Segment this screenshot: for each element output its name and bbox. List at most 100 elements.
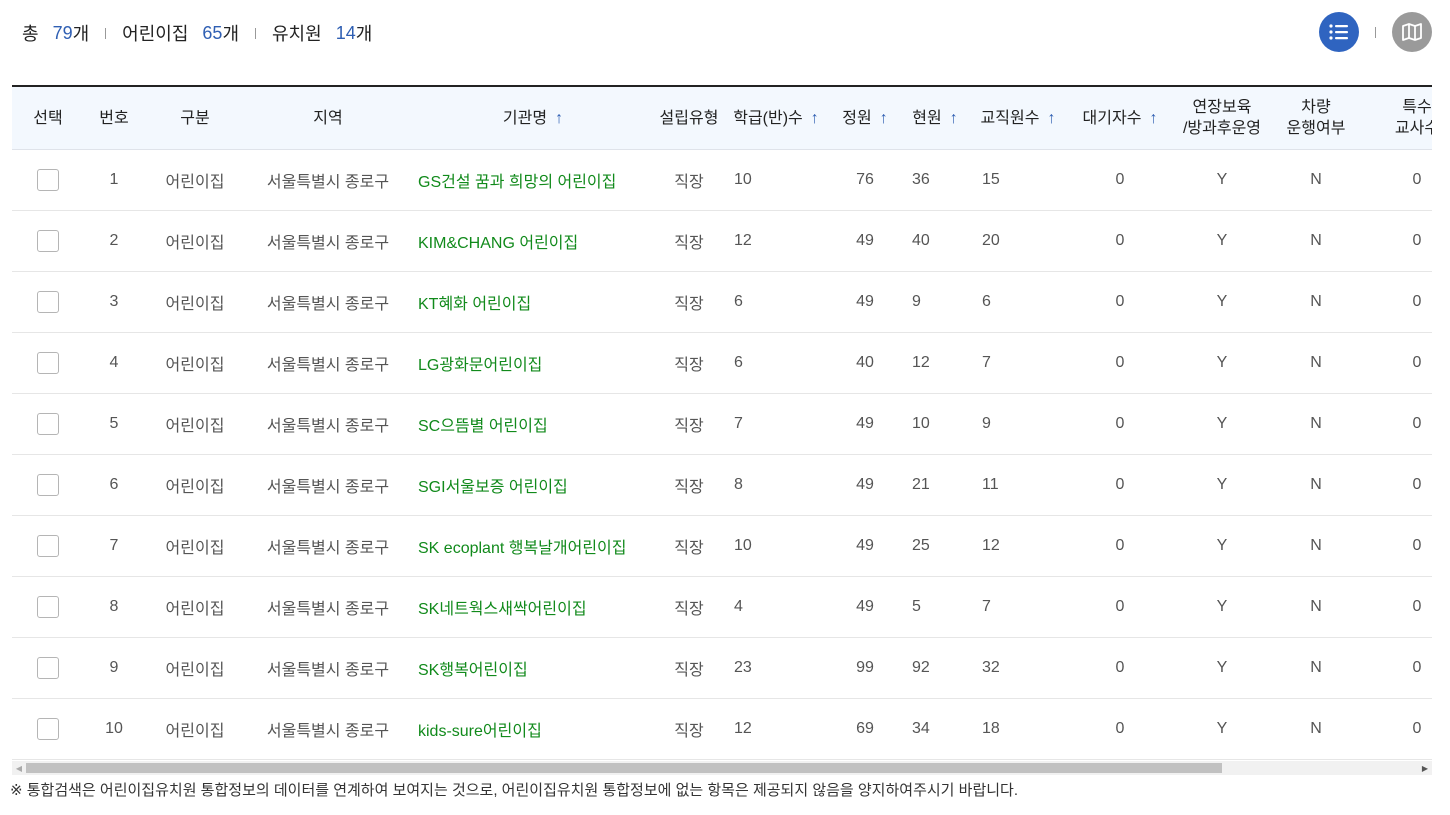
cell-ext: Y [1174,332,1270,394]
row-checkbox[interactable] [37,474,59,496]
footer-note: ※ 통합검색은 어린이집유치원 통합정보의 데이터를 연계하여 보여지는 것으로… [10,782,1019,799]
row-checkbox[interactable] [37,169,59,191]
cell-capacity: 49 [830,515,900,577]
header-region: 지역 [246,87,410,150]
cell-no: 4 [84,332,144,394]
cell-select [12,393,84,455]
scroll-left-arrow-icon[interactable]: ◀ [12,761,26,775]
table-row: 4 어린이집 서울특별시 종로구 LG광화문어린이집 직장 6 40 12 7 0 Y N 0 [12,332,1432,394]
cell-region: 서울특별시 종로구 [246,210,410,272]
cell-waiting: 0 [1066,210,1174,272]
sort-arrow-icon[interactable]: ↑ [1149,110,1157,127]
list-view-button[interactable] [1319,12,1359,52]
cell-select [12,698,84,760]
header-current[interactable]: 현원 ↑ [900,87,970,150]
table-row: 6 어린이집 서울특별시 종로구 SGI서울보증 어린이집 직장 8 49 21 11 0 Y N 0 [12,454,1432,516]
header-name[interactable]: 기관명 ↑ [410,87,656,150]
row-checkbox[interactable] [37,718,59,740]
cell-current: 36 [900,149,970,211]
cell-region: 서울특별시 종로구 [246,576,410,638]
facility-name-link[interactable]: KT혜화 어린이집 [410,271,656,333]
facility-name-link[interactable]: SK행복어린이집 [410,637,656,699]
header-staff[interactable]: 교직원수 ↑ [970,87,1066,150]
header-special-line2: 교사수 [1394,120,1432,137]
row-checkbox[interactable] [37,230,59,252]
total-unit: 개 [72,24,90,44]
cell-found: 직장 [656,271,722,333]
header-classes[interactable]: 학급(반)수 ↑ [722,87,830,150]
row-checkbox[interactable] [37,352,59,374]
horizontal-scrollbar[interactable]: ◀ ▶ [12,761,1432,775]
sort-arrow-icon[interactable]: ↑ [880,110,888,127]
results-table-container[interactable]: 선택 번호 구분 지역 기관명 ↑ 설립유형 학급(반)수 ↑ 정원 ↑ 현원 ↑ 교직… [12,85,1432,763]
cell-current: 40 [900,210,970,272]
cell-vehicle: N [1270,698,1362,760]
cell-current: 34 [900,698,970,760]
cell-classes: 10 [722,149,830,211]
cell-vehicle: N [1270,393,1362,455]
facility-name-link[interactable]: SK네트웍스새싹어린이집 [410,576,656,638]
cell-type: 어린이집 [144,149,246,211]
cell-current: 5 [900,576,970,638]
table-row: 10 어린이집 서울특별시 종로구 kids-sure어린이집 직장 12 69 34 18 0 Y… [12,698,1432,760]
results-table: 선택 번호 구분 지역 기관명 ↑ 설립유형 학급(반)수 ↑ 정원 ↑ 현원 ↑ 교직… [12,87,1432,760]
header-capacity[interactable]: 정원 ↑ [830,87,900,150]
row-checkbox[interactable] [37,535,59,557]
row-checkbox[interactable] [37,657,59,679]
table-header-row: 선택 번호 구분 지역 기관명 ↑ 설립유형 학급(반)수 ↑ 정원 ↑ 현원 ↑ 교직… [12,87,1432,150]
header-waiting[interactable]: 대기자수 ↑ [1066,87,1174,150]
facility-name-link[interactable]: LG광화문어린이집 [410,332,656,394]
cell-special: 0 [1362,698,1432,760]
cell-region: 서울특별시 종로구 [246,637,410,699]
header-found-type: 설립유형 [656,87,722,150]
cell-found: 직장 [656,698,722,760]
sort-arrow-icon[interactable]: ↑ [811,110,819,127]
cell-classes: 23 [722,637,830,699]
daycare-count: 65 [202,22,223,43]
cell-vehicle: N [1270,332,1362,394]
cell-special: 0 [1362,332,1432,394]
cell-vehicle: N [1270,271,1362,333]
cell-classes: 12 [722,210,830,272]
header-vehicle: 차량 운행여부 [1270,87,1362,150]
sort-arrow-icon[interactable]: ↑ [555,110,563,127]
cell-no: 6 [84,454,144,516]
cell-capacity: 69 [830,698,900,760]
cell-capacity: 49 [830,576,900,638]
facility-name-link[interactable]: SK ecoplant 행복날개어린이집 [410,515,656,577]
cell-staff: 15 [970,149,1066,211]
cell-special: 0 [1362,576,1432,638]
row-checkbox[interactable] [37,291,59,313]
cell-type: 어린이집 [144,698,246,760]
cell-type: 어린이집 [144,332,246,394]
row-checkbox[interactable] [37,596,59,618]
cell-current: 12 [900,332,970,394]
list-icon [1329,24,1348,40]
row-checkbox[interactable] [37,413,59,435]
scroll-right-arrow-icon[interactable]: ▶ [1418,761,1432,775]
sort-arrow-icon[interactable]: ↑ [1047,110,1055,127]
cell-select [12,637,84,699]
total-label: 총 [22,24,39,44]
facility-name-link[interactable]: KIM&CHANG 어린이집 [410,210,656,272]
cell-vehicle: N [1270,637,1362,699]
scrollbar-thumb[interactable] [26,763,1222,773]
header-classes-label: 학급(반)수 [733,109,803,127]
cell-no: 1 [84,149,144,211]
facility-name-link[interactable]: SC으뜸별 어린이집 [410,393,656,455]
cell-region: 서울특별시 종로구 [246,149,410,211]
cell-region: 서울특별시 종로구 [246,271,410,333]
facility-name-link[interactable]: SGI서울보증 어린이집 [410,454,656,516]
cell-vehicle: N [1270,454,1362,516]
facility-name-link[interactable]: kids-sure어린이집 [410,698,656,760]
map-view-button[interactable] [1392,12,1432,52]
facility-name-link[interactable]: GS건설 꿈과 희망의 어린이집 [410,149,656,211]
cell-current: 25 [900,515,970,577]
cell-vehicle: N [1270,576,1362,638]
table-row: 5 어린이집 서울특별시 종로구 SC으뜸별 어린이집 직장 7 49 10 9 0 Y N 0 [12,393,1432,455]
cell-type: 어린이집 [144,515,246,577]
sort-arrow-icon[interactable]: ↑ [950,110,958,127]
cell-capacity: 49 [830,454,900,516]
cell-select [12,515,84,577]
header-special-line1: 특수 [1402,99,1432,116]
